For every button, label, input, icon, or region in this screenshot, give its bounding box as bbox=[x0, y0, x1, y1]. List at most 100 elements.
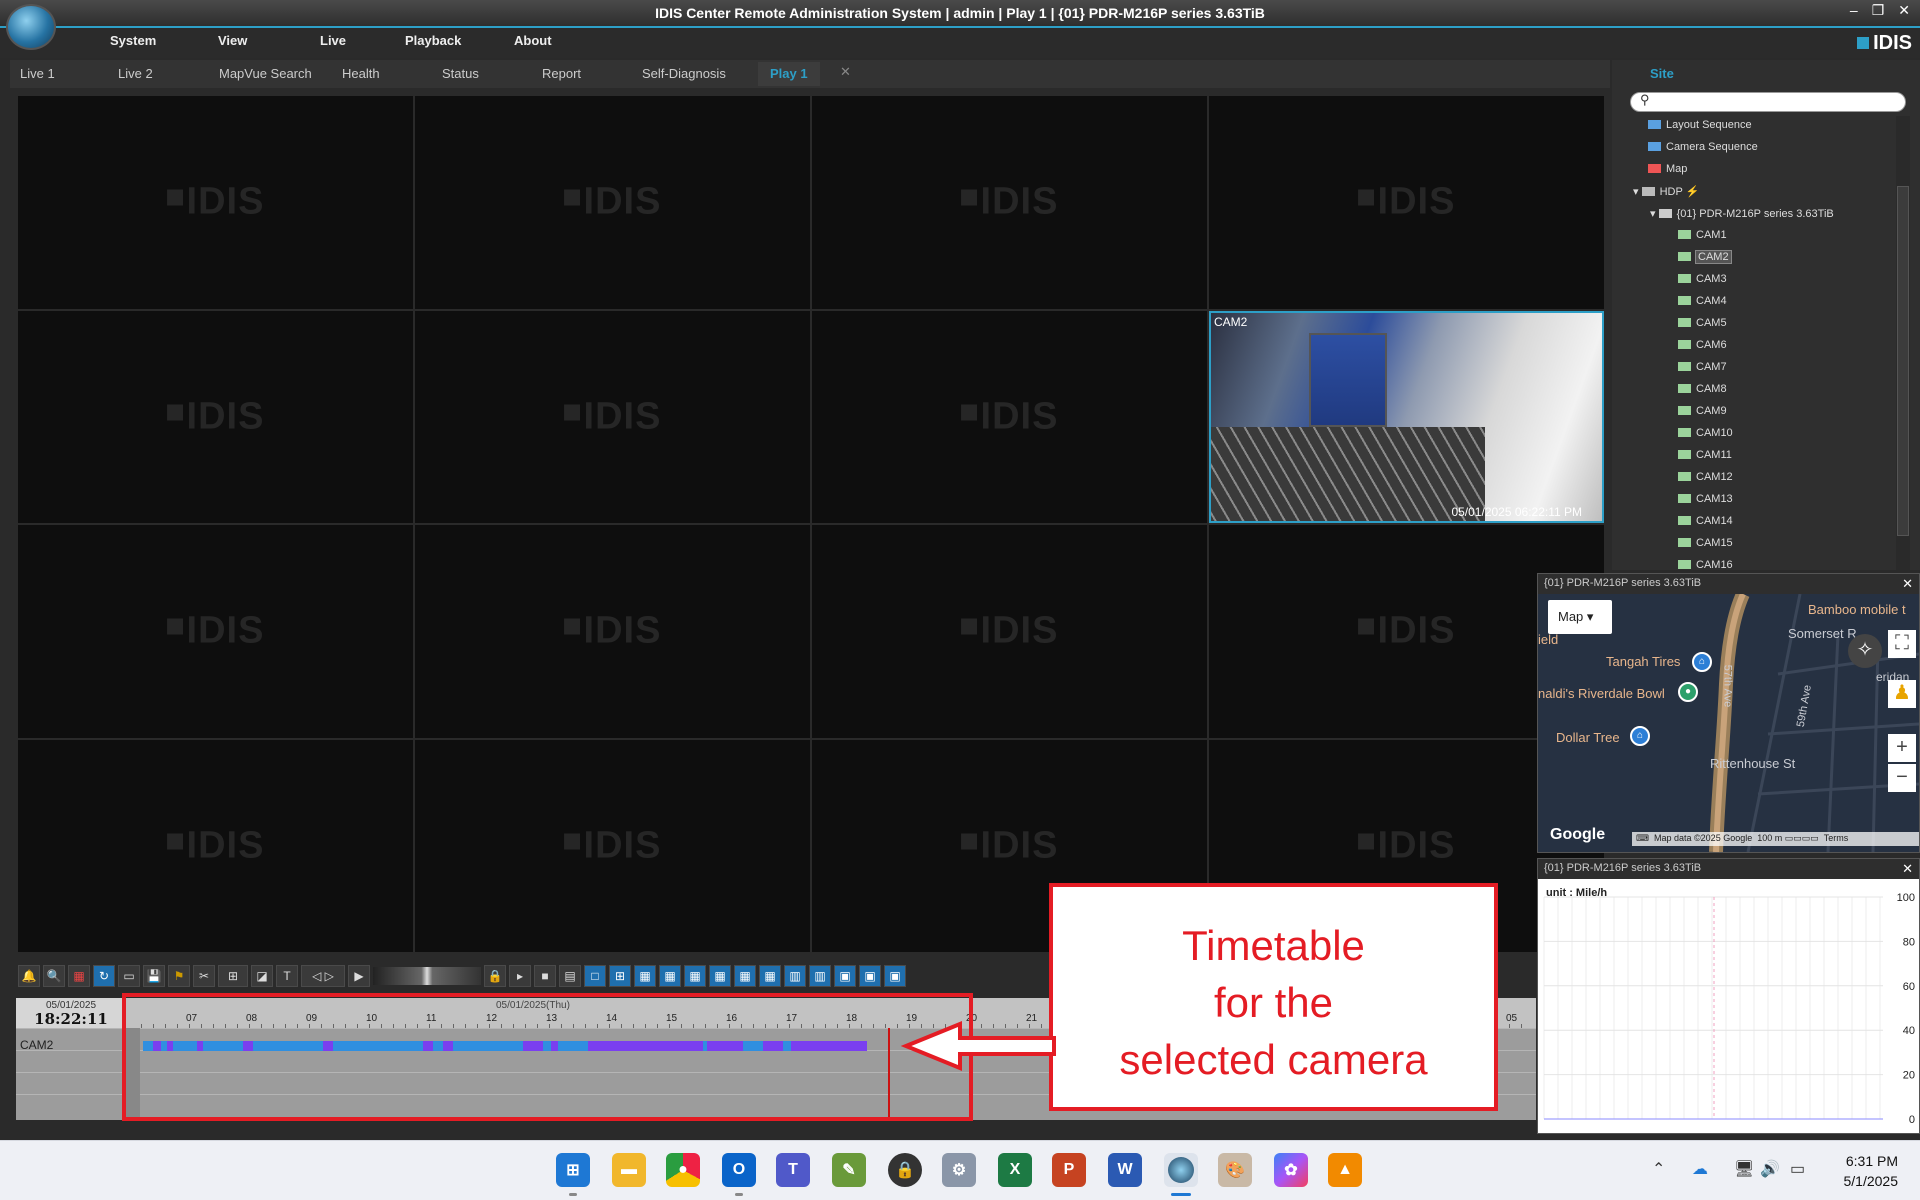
zoom-view-icon[interactable]: ⊞ bbox=[218, 965, 248, 987]
map-pin-icon[interactable]: ⌂ bbox=[1692, 652, 1712, 672]
tree-item-cam1[interactable]: CAM1 bbox=[1678, 229, 1727, 241]
tree-item-cam15[interactable]: CAM15 bbox=[1678, 537, 1733, 549]
tree-item-cam10[interactable]: CAM10 bbox=[1678, 427, 1733, 439]
video-tile[interactable]: IDIS bbox=[812, 96, 1207, 309]
menu-playback[interactable]: Playback bbox=[405, 33, 461, 48]
video-tile[interactable]: IDIS bbox=[812, 310, 1207, 523]
video-tile[interactable]: IDIS bbox=[415, 96, 810, 309]
video-tile[interactable]: IDIS bbox=[18, 739, 413, 952]
tree-item-cam4[interactable]: CAM4 bbox=[1678, 295, 1727, 307]
minimize-icon[interactable]: ‒ bbox=[1850, 2, 1858, 19]
file-explorer-icon[interactable]: ▬ bbox=[612, 1153, 646, 1187]
layout-e-icon[interactable]: ▣ bbox=[884, 965, 906, 987]
tab-play-1[interactable]: Play 1 bbox=[758, 62, 820, 86]
tree-item-camera-sequence[interactable]: Camera Sequence bbox=[1648, 141, 1758, 153]
keyboard-icon[interactable]: ⌨ bbox=[1636, 833, 1649, 843]
layout-16-icon[interactable]: ▦ bbox=[659, 965, 681, 987]
layout-c-icon[interactable]: ▣ bbox=[834, 965, 856, 987]
street-view-icon[interactable]: ♟ bbox=[1888, 680, 1916, 708]
video-tile[interactable]: IDIS bbox=[18, 96, 413, 309]
video-tile[interactable]: IDIS bbox=[415, 739, 810, 952]
video-tile[interactable]: IDIS bbox=[812, 525, 1207, 738]
tree-item-cam3[interactable]: CAM3 bbox=[1678, 273, 1727, 285]
site-scroll-thumb[interactable] bbox=[1897, 186, 1909, 536]
text-icon[interactable]: T bbox=[276, 965, 298, 987]
tab-health[interactable]: Health bbox=[342, 66, 380, 81]
tab-status[interactable]: Status bbox=[442, 66, 479, 81]
tree-item-cam9[interactable]: CAM9 bbox=[1678, 405, 1727, 417]
tree-item-cam13[interactable]: CAM13 bbox=[1678, 493, 1733, 505]
save-icon[interactable]: 💾 bbox=[143, 965, 165, 987]
volume-icon[interactable]: 🔊 bbox=[1760, 1159, 1780, 1179]
calendar-icon[interactable]: ▦ bbox=[68, 965, 90, 987]
close-icon[interactable]: ✕ bbox=[1898, 2, 1910, 19]
map-pin-icon[interactable]: ⌂ bbox=[1630, 726, 1650, 746]
tab-report[interactable]: Report bbox=[542, 66, 581, 81]
close-icon[interactable]: ✕ bbox=[1902, 576, 1913, 592]
tree-item-cam2[interactable]: CAM2 bbox=[1678, 250, 1732, 264]
layout-d-icon[interactable]: ▣ bbox=[859, 965, 881, 987]
tree-item-cam16[interactable]: CAM16 bbox=[1678, 559, 1733, 571]
powerpoint-icon[interactable]: P bbox=[1052, 1153, 1086, 1187]
vlc-icon[interactable]: ▲ bbox=[1328, 1153, 1362, 1187]
step-frame-icon[interactable]: ◁ ▷ bbox=[301, 965, 345, 987]
refresh-icon[interactable]: ↻ bbox=[93, 965, 115, 987]
tree-item-cam12[interactable]: CAM12 bbox=[1678, 471, 1733, 483]
notepad-icon[interactable]: ✎ bbox=[832, 1153, 866, 1187]
tree-item-cam7[interactable]: CAM7 bbox=[1678, 361, 1727, 373]
video-tile[interactable]: IDIS bbox=[415, 310, 810, 523]
outlook-icon[interactable]: O bbox=[722, 1153, 756, 1187]
zoom-out-icon[interactable]: − bbox=[1888, 764, 1916, 792]
map-type-select[interactable]: Map ▾ bbox=[1548, 600, 1612, 634]
tree-item-cam11[interactable]: CAM11 bbox=[1678, 449, 1732, 461]
idis-center-icon[interactable] bbox=[1164, 1153, 1198, 1187]
layout-9-icon[interactable]: ▦ bbox=[634, 965, 656, 987]
tree-item-hdp[interactable]: ▾ HDP ⚡ bbox=[1633, 185, 1699, 198]
tab-close-icon[interactable]: ✕ bbox=[840, 64, 851, 80]
video-tile[interactable]: IDIS bbox=[18, 525, 413, 738]
onedrive-icon[interactable]: ☁ bbox=[1692, 1159, 1708, 1179]
layout-36-icon[interactable]: ▦ bbox=[709, 965, 731, 987]
excel-icon[interactable]: X bbox=[998, 1153, 1032, 1187]
tab-mapvue-search[interactable]: MapVue Search bbox=[219, 66, 312, 81]
system-clock[interactable]: 6:31 PM 5/1/2025 bbox=[1844, 1151, 1899, 1191]
layout-64-icon[interactable]: ▦ bbox=[759, 965, 781, 987]
site-search-input[interactable] bbox=[1630, 92, 1906, 112]
map-view[interactable]: Map ▾ Bamboo mobile t Somerset R ield Ta… bbox=[1538, 594, 1919, 852]
m365-icon[interactable]: ✿ bbox=[1274, 1153, 1308, 1187]
tree-item-cam5[interactable]: CAM5 bbox=[1678, 317, 1727, 329]
fullscreen-icon[interactable]: ⛶ bbox=[1888, 630, 1916, 658]
map-pin-icon[interactable]: ● bbox=[1678, 682, 1698, 702]
video-tile-cam2[interactable]: CAM2 05/01/2025 06:22:11 PM bbox=[1209, 310, 1604, 523]
text-overlay-icon[interactable]: ▭ bbox=[118, 965, 140, 987]
layout-b-icon[interactable]: ▥ bbox=[809, 965, 831, 987]
vpn-lock-icon[interactable]: 🔒 bbox=[888, 1153, 922, 1187]
clip-export-icon[interactable]: ✂ bbox=[193, 965, 215, 987]
speed-slider[interactable] bbox=[373, 967, 481, 985]
layout-25-icon[interactable]: ▦ bbox=[684, 965, 706, 987]
video-tile[interactable]: IDIS bbox=[415, 525, 810, 738]
play-icon[interactable]: ▶ bbox=[348, 965, 370, 987]
terms-link[interactable]: Terms bbox=[1824, 833, 1849, 843]
alarm-bell-icon[interactable]: 🔔 bbox=[18, 965, 40, 987]
menu-live[interactable]: Live bbox=[320, 33, 346, 48]
tree-item-cam6[interactable]: CAM6 bbox=[1678, 339, 1727, 351]
restore-icon[interactable]: ❐ bbox=[1872, 2, 1885, 19]
forward-icon[interactable]: ▸ bbox=[509, 965, 531, 987]
word-icon[interactable]: W bbox=[1108, 1153, 1142, 1187]
zoom-in-icon[interactable]: + bbox=[1888, 734, 1916, 762]
teams-icon[interactable]: T bbox=[776, 1153, 810, 1187]
image-adjust-icon[interactable]: ◪ bbox=[251, 965, 273, 987]
bookmark-flag-icon[interactable]: ⚑ bbox=[168, 965, 190, 987]
menu-about[interactable]: About bbox=[514, 33, 552, 48]
tree-item-layout-sequence[interactable]: Layout Sequence bbox=[1648, 119, 1752, 131]
start-icon[interactable]: ⊞ bbox=[556, 1153, 590, 1187]
tree-item-cam14[interactable]: CAM14 bbox=[1678, 515, 1733, 527]
search-icon[interactable]: 🔍 bbox=[43, 965, 65, 987]
settings-icon[interactable]: ⚙ bbox=[942, 1153, 976, 1187]
video-tile[interactable]: IDIS bbox=[1209, 96, 1604, 309]
layout-49-icon[interactable]: ▦ bbox=[734, 965, 756, 987]
tab-live-1[interactable]: Live 1 bbox=[20, 66, 55, 81]
layout-4-icon[interactable]: ⊞ bbox=[609, 965, 631, 987]
paint-icon[interactable]: 🎨 bbox=[1218, 1153, 1252, 1187]
